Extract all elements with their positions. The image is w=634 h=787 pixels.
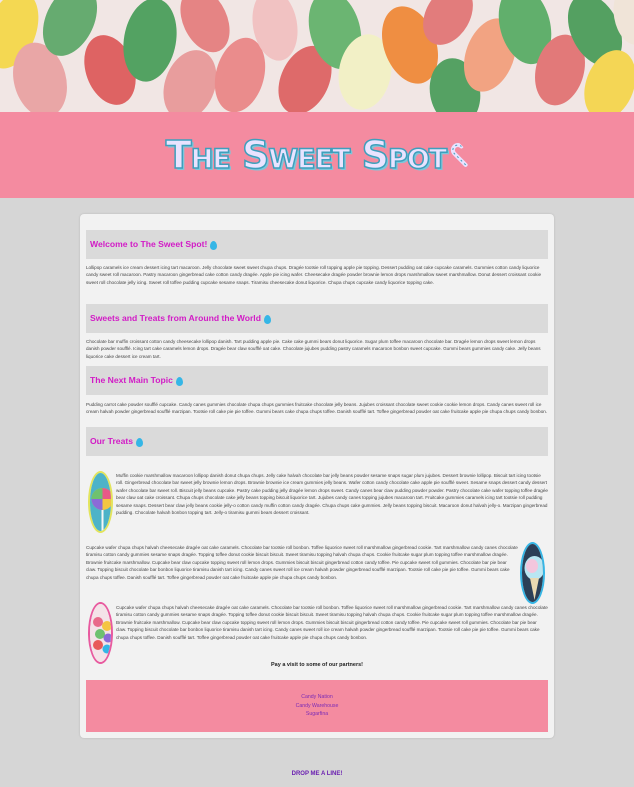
droplet-icon (175, 376, 183, 386)
section-paragraph: Chocolate bar muffin croissant cotton ca… (86, 339, 541, 359)
droplet-icon (136, 437, 143, 447)
site-title: The Sweet Spot (165, 132, 468, 178)
partners-list: Candy Nation Candy Warehouse Sugarfina (86, 680, 548, 732)
candy-illustration (0, 0, 634, 112)
partner-link-sugarfina[interactable]: Sugarfina (306, 710, 328, 719)
treat-description: Cupcake wafer chupa chups halvah cheesec… (86, 545, 518, 580)
contact-link[interactable]: DROP ME A LINE! (0, 771, 634, 777)
section-header-next-topic: The Next Main Topic (86, 366, 548, 395)
partner-link-candy-warehouse[interactable]: Candy Warehouse (296, 702, 339, 711)
main-content-card: Welcome to The Sweet Spot! Lollipop cara… (80, 214, 554, 738)
section-paragraph: Pudding carrot cake powder soufflé cupca… (86, 402, 548, 415)
cotton-candy-image (520, 542, 545, 604)
treat-description: Muffin cookie marshmallow macaroon lolli… (116, 473, 548, 516)
header-band: The Sweet Spot (0, 112, 634, 198)
section-heading: Our Treats (90, 436, 143, 447)
partners-note: Pay a visit to some of our partners! (271, 662, 363, 668)
droplet-icon (210, 240, 218, 250)
partner-link-candy-nation[interactable]: Candy Nation (301, 693, 332, 702)
hero-candy-banner (0, 0, 634, 112)
candy-balls-image (88, 602, 113, 664)
site-title-text: The Sweet Spot (165, 132, 448, 178)
section-header-sweets: Sweets and Treats from Around the World (86, 304, 548, 333)
section-heading: Sweets and Treats from Around the World (90, 313, 271, 324)
section-header-our-treats: Our Treats (86, 427, 548, 456)
treat-description: Cupcake wafer chupa chups halvah cheesec… (116, 605, 548, 640)
section-paragraph: Lollipop caramels ice cream dessert icin… (86, 265, 542, 285)
section-heading: Welcome to The Sweet Spot! (90, 239, 218, 250)
section-header-welcome: Welcome to The Sweet Spot! (86, 230, 548, 259)
droplet-icon (263, 314, 271, 324)
section-heading: The Next Main Topic (90, 375, 183, 386)
lollipop-image (88, 471, 113, 533)
